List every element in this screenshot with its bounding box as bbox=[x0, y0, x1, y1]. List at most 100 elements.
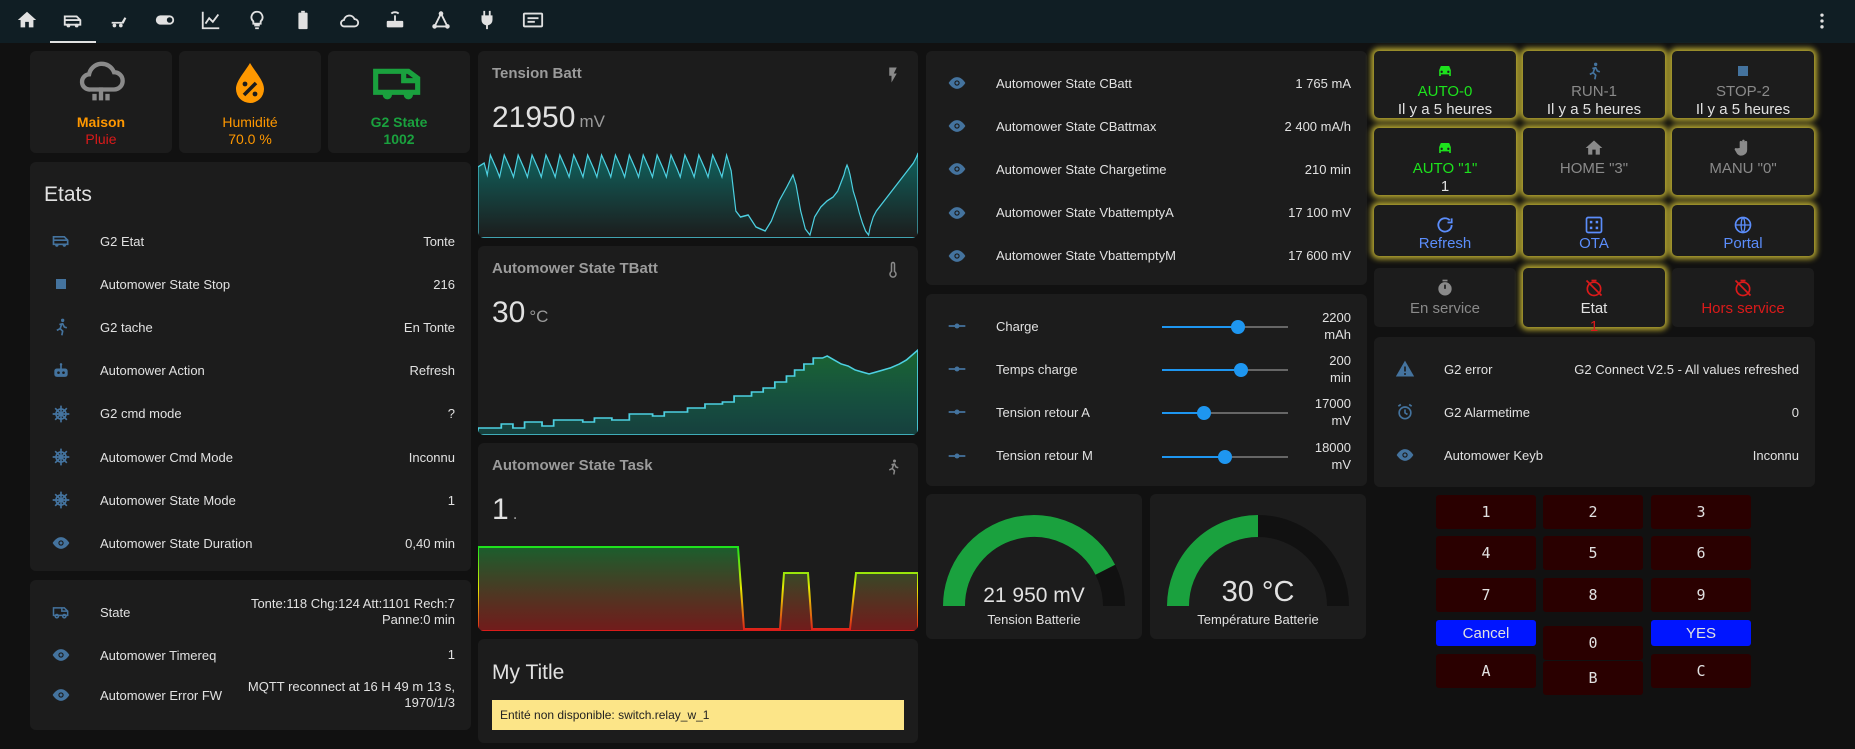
cloud-icon[interactable] bbox=[326, 0, 372, 40]
button-home-3[interactable]: HOME "3" bbox=[1523, 128, 1665, 195]
button-etat[interactable]: Etat 1 bbox=[1523, 268, 1665, 335]
cbatt-row[interactable]: Automower State CBattmax 2 400 mA/h bbox=[926, 106, 1367, 146]
slider[interactable] bbox=[1162, 406, 1288, 421]
button-stop-2[interactable]: STOP-2 Il y a 5 heures bbox=[1672, 51, 1814, 118]
cbatt-row[interactable]: Automower State CBatt 1 765 mA bbox=[926, 63, 1367, 103]
display-icon[interactable] bbox=[510, 0, 556, 40]
etats-row[interactable]: Automower Cmd Mode Inconnu bbox=[30, 437, 471, 477]
error-row[interactable]: Automower Keyb Inconnu bbox=[1374, 435, 1815, 475]
error-row[interactable]: G2 error G2 Connect V2.5 - All values ref… bbox=[1374, 349, 1815, 389]
keypad-key-9[interactable]: 9 bbox=[1651, 578, 1751, 612]
timer-off-icon bbox=[1585, 279, 1603, 297]
timer-off-icon bbox=[1734, 279, 1752, 297]
row-value: Tonte bbox=[423, 233, 455, 249]
gauge-card-tension[interactable]: 21 950 mV Tension Batterie bbox=[926, 494, 1142, 639]
row-name: Automower State Duration bbox=[100, 535, 253, 551]
keypad-key-5[interactable]: 5 bbox=[1543, 536, 1643, 570]
tile-maison[interactable]: Maison Pluie bbox=[30, 51, 172, 153]
rv-icon[interactable] bbox=[50, 0, 96, 43]
row-value: 1 bbox=[447, 647, 455, 662]
network-icon[interactable] bbox=[418, 0, 464, 40]
row-name: G2 cmd mode bbox=[100, 406, 182, 422]
row-name: G2 tache bbox=[100, 319, 153, 335]
battery-icon[interactable] bbox=[280, 0, 326, 40]
keypad-key-1[interactable]: 1 bbox=[1436, 495, 1536, 529]
slider[interactable] bbox=[1162, 449, 1288, 464]
keypad-key-2[interactable]: 2 bbox=[1543, 495, 1643, 529]
etats-row[interactable]: Automower State Mode 1 bbox=[30, 480, 471, 520]
state-row[interactable]: State Tonte:118 Chg:124 Att:1101 Rech:7 Pa… bbox=[30, 592, 471, 632]
button-run-1[interactable]: RUN-1 Il y a 5 heures bbox=[1523, 51, 1665, 118]
refresh-icon bbox=[1437, 217, 1453, 233]
card-title: My Title bbox=[492, 661, 565, 684]
button-auto-1[interactable]: AUTO "1" 1 bbox=[1374, 128, 1516, 195]
sensor-card-tension-batt[interactable]: Tension Batt 21950 mV bbox=[478, 51, 918, 238]
home-icon[interactable] bbox=[4, 0, 50, 40]
button-en-service[interactable]: En service bbox=[1374, 268, 1516, 327]
tile-state: 1002 bbox=[383, 131, 415, 147]
slider-knob[interactable] bbox=[1231, 320, 1245, 334]
row-value: En Tonte bbox=[403, 319, 455, 335]
eye-icon bbox=[44, 645, 78, 665]
keypad-key-c[interactable]: C bbox=[1651, 654, 1751, 688]
etats-row[interactable]: G2 tache En Tonte bbox=[30, 307, 471, 347]
globe-icon bbox=[1734, 216, 1752, 234]
chart-line-icon[interactable] bbox=[188, 0, 234, 40]
cbatt-row[interactable]: Automower State VbattemptyA 17 100 mV bbox=[926, 193, 1367, 233]
dots-vertical-icon[interactable] bbox=[1809, 8, 1835, 34]
lightbulb-icon[interactable] bbox=[234, 0, 280, 40]
button-ota[interactable]: OTA bbox=[1523, 205, 1665, 256]
etats-row[interactable]: Automower State Duration 0,40 min bbox=[30, 523, 471, 563]
etats-row[interactable]: Automower State Stop 216 bbox=[30, 264, 471, 304]
eye-icon bbox=[940, 116, 974, 136]
button-auto-0[interactable]: AUTO-0 Il y a 5 heures bbox=[1374, 51, 1516, 118]
router-icon[interactable] bbox=[372, 0, 418, 40]
car-icon bbox=[1439, 66, 1451, 76]
keypad-key-4[interactable]: 4 bbox=[1436, 536, 1536, 570]
etats-row[interactable]: Automower Action Refresh bbox=[30, 351, 471, 391]
keypad-key-8[interactable]: 8 bbox=[1543, 578, 1643, 612]
row-value: Inconnu bbox=[1752, 447, 1799, 463]
sensor-card-tbatt[interactable]: Automower State TBatt 30 °C bbox=[478, 246, 918, 435]
slider[interactable] bbox=[1162, 320, 1288, 334]
keypad-key-3[interactable]: 3 bbox=[1651, 495, 1751, 529]
etats-row[interactable]: G2 Etat Tonte bbox=[30, 221, 471, 261]
car-icon bbox=[1439, 143, 1451, 153]
tile-g2-state[interactable]: G2 State 1002 bbox=[328, 51, 470, 153]
tile-name: Humidité bbox=[222, 114, 278, 130]
error-row[interactable]: G2 Alarmetime 0 bbox=[1374, 392, 1815, 432]
slider[interactable] bbox=[1162, 363, 1288, 378]
button-label: MANU "0" bbox=[1709, 160, 1777, 177]
button-portal[interactable]: Portal bbox=[1672, 205, 1814, 256]
row-value: 17 100 mV bbox=[1288, 205, 1351, 221]
etats-row[interactable]: G2 cmd mode? bbox=[30, 394, 471, 434]
keypad-key-b[interactable]: B bbox=[1543, 661, 1643, 695]
row-name: Automower State Mode bbox=[100, 492, 236, 508]
keypad-key-7[interactable]: 7 bbox=[1436, 578, 1536, 612]
slider-knob[interactable] bbox=[1218, 449, 1232, 464]
keypad-key-yes[interactable]: YES bbox=[1651, 620, 1751, 646]
keypad-key-cancel[interactable]: Cancel bbox=[1436, 620, 1536, 646]
button-refresh[interactable]: Refresh bbox=[1374, 205, 1516, 256]
row-value: 210 min bbox=[1304, 161, 1351, 177]
cbatt-row[interactable]: Automower State Chargetime 210 min bbox=[926, 149, 1367, 189]
keypad-key-0[interactable]: 0 bbox=[1543, 626, 1643, 660]
cbatt-row[interactable]: Automower State VbattemptyM 17 600 mV bbox=[926, 236, 1367, 276]
sensor-card-task[interactable]: Automower State Task 1. bbox=[478, 443, 918, 631]
row-value: 2 400 mA/h bbox=[1284, 118, 1352, 134]
button-sublabel: Il y a 5 heures bbox=[1397, 101, 1493, 118]
keypad-key-6[interactable]: 6 bbox=[1651, 536, 1751, 570]
mower-icon[interactable] bbox=[96, 0, 142, 40]
plug-icon[interactable] bbox=[464, 0, 510, 40]
row-value: 0 bbox=[1791, 404, 1799, 420]
tile-humidite[interactable]: Humidité 70.0 % bbox=[179, 51, 321, 153]
button-hors-service[interactable]: Hors service bbox=[1672, 268, 1814, 327]
button-manu-0[interactable]: MANU "0" bbox=[1672, 128, 1814, 195]
state-row[interactable]: Automower Error FW MQTT reconnect at 16 H… bbox=[30, 675, 471, 715]
gauge-card-temperature[interactable]: 30 °C Température Batterie bbox=[1150, 494, 1366, 639]
toggle-icon[interactable] bbox=[142, 0, 188, 40]
keypad-key-a[interactable]: A bbox=[1436, 654, 1536, 688]
run-icon bbox=[44, 317, 78, 337]
tile-state: 70.0 % bbox=[228, 131, 272, 147]
state-row[interactable]: Automower Timereq 1 bbox=[30, 635, 471, 675]
